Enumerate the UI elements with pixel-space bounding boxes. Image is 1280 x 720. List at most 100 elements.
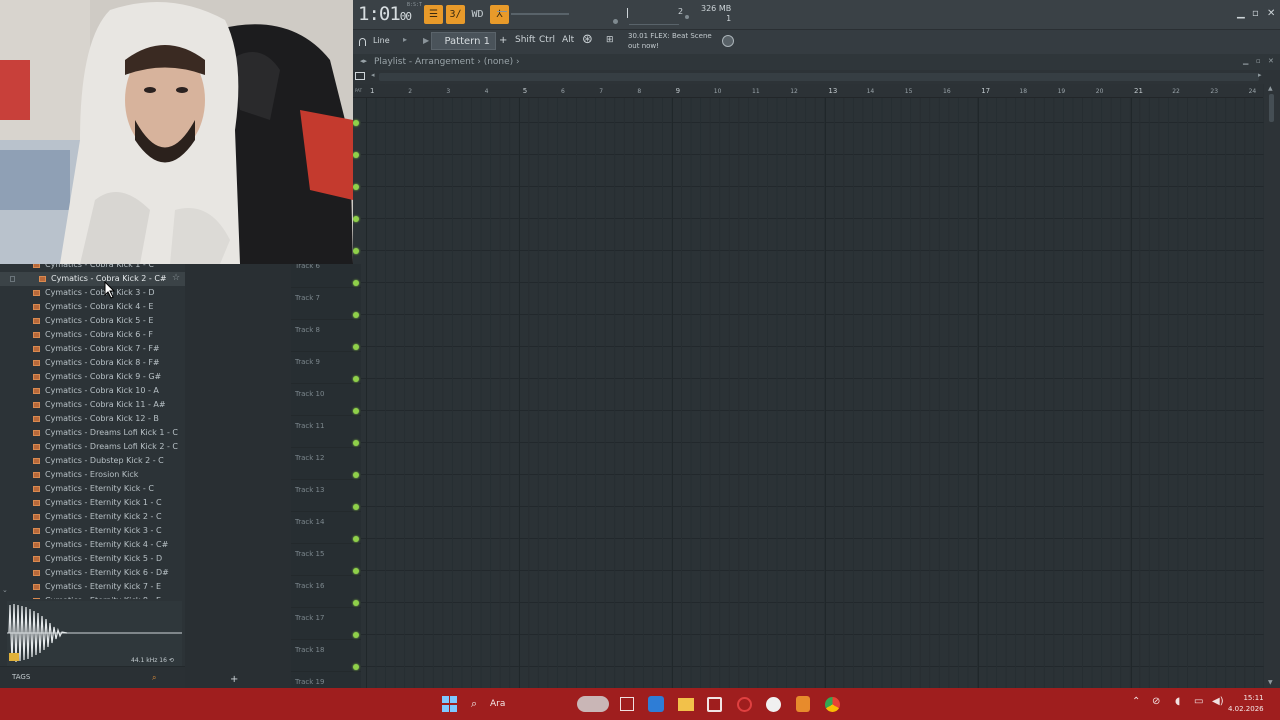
browser-list-item[interactable]: Cymatics - Dreams Lofi Kick 2 - C — [0, 440, 185, 454]
midi-icon[interactable]: ⊛ — [582, 32, 593, 47]
close-icon[interactable]: ✕ — [1268, 57, 1274, 65]
network-off-icon[interactable]: ⊘ — [1152, 696, 1160, 707]
browser-list-item[interactable]: Cymatics - Cobra Kick 7 - F# — [0, 342, 185, 356]
track-header[interactable]: Track 13 — [291, 480, 361, 512]
maximize-icon[interactable]: ▫ — [1252, 8, 1259, 19]
browser-list-item[interactable]: Cymatics - Eternity Kick 7 - E — [0, 580, 185, 594]
track-mute-led[interactable] — [353, 152, 359, 158]
browser-list-item[interactable]: Cymatics - Cobra Kick 6 - F — [0, 328, 185, 342]
chrome-icon[interactable] — [825, 697, 840, 712]
browser-list-item[interactable]: Cymatics - Cobra Kick 8 - F# — [0, 356, 185, 370]
tags-label[interactable]: TAGS — [12, 673, 30, 681]
globe-icon[interactable] — [722, 35, 734, 47]
window-arrows-icon[interactable]: ◂▸ — [360, 57, 367, 65]
display-icon[interactable]: ▭ — [1194, 696, 1203, 707]
fl-studio-icon[interactable] — [796, 696, 810, 712]
search-highlight-icon[interactable] — [577, 696, 609, 712]
song-position-display[interactable]: 1:0100 B:S:T — [358, 2, 422, 25]
master-pitch-slider[interactable] — [497, 11, 569, 15]
browser-list-item[interactable]: Cymatics - Eternity Kick 3 - C — [0, 524, 185, 538]
close-icon[interactable]: ✕ — [1267, 8, 1275, 19]
track-header[interactable]: Track 8 — [291, 320, 361, 352]
maximize-icon[interactable]: ▫ — [1256, 57, 1261, 65]
horizontal-scrollbar[interactable]: ◂ ▸ — [353, 70, 1280, 84]
copilot-icon[interactable] — [648, 696, 664, 712]
pattern-song-icon[interactable]: ☰ — [424, 5, 443, 24]
track-header[interactable]: Track 15 — [291, 544, 361, 576]
track-mute-led[interactable] — [353, 568, 359, 574]
timeline-ruler[interactable]: PAT 1 2 3 4 5 6 7 8 9 10 11 12 13 14 15 16 17 18 19 20 21 22 2… — [353, 84, 1263, 98]
track-mute-led[interactable] — [353, 248, 359, 254]
wait-input-icon[interactable]: WD — [468, 5, 487, 24]
steam-icon[interactable] — [766, 697, 781, 712]
windows-start-icon[interactable] — [441, 696, 457, 712]
track-header[interactable]: Track 17 — [291, 608, 361, 640]
track-header[interactable]: Track 11 — [291, 416, 361, 448]
cart-icon[interactable]: ⊞ — [606, 35, 614, 45]
browser-list-item[interactable]: Cymatics - Cobra Kick 11 - A# — [0, 398, 185, 412]
browser-list-item[interactable]: Cymatics - Cobra Kick 4 - E — [0, 300, 185, 314]
browser-list-item[interactable]: Cymatics - Dreams Lofi Kick 1 - C — [0, 426, 185, 440]
system-clock[interactable]: 15:11 4.02.2026 — [1228, 693, 1264, 715]
minimize-icon[interactable]: ▁ — [1237, 8, 1245, 19]
snap-selector[interactable]: Line — [373, 36, 390, 45]
browser-list-item[interactable]: Cymatics - Cobra Kick 5 - E — [0, 314, 185, 328]
browser-list-item[interactable]: Cymatics - Dubstep Kick 2 - C — [0, 454, 185, 468]
browser-list-item[interactable]: Cymatics - Eternity Kick 2 - C — [0, 510, 185, 524]
browser-list-item[interactable]: Cymatics - Eternity Kick 6 - D# — [0, 566, 185, 580]
browser-list-item[interactable]: Cymatics - Cobra Kick 9 - G# — [0, 370, 185, 384]
track-mute-led[interactable] — [353, 184, 359, 190]
browser-list-item[interactable]: Cymatics - Eternity Kick - C — [0, 482, 185, 496]
volume-icon[interactable]: ◀) — [1212, 696, 1224, 707]
pattern-selector[interactable]: Pattern 1 — [431, 32, 496, 50]
browser-list-item[interactable]: Cymatics - Eternity Kick 4 - C# — [0, 538, 185, 552]
tray-chevron-icon[interactable]: ⌃ — [1132, 696, 1140, 707]
file-explorer-icon[interactable] — [678, 698, 694, 711]
chevron-right-icon[interactable]: ▸ — [403, 35, 407, 44]
scroll-right-icon[interactable]: ▸ — [1258, 71, 1262, 79]
add-button[interactable]: + — [230, 674, 238, 685]
track-mute-led[interactable] — [353, 312, 359, 318]
track-mute-led[interactable] — [353, 280, 359, 286]
track-header[interactable]: Track 18 — [291, 640, 361, 672]
red-app-icon[interactable] — [737, 697, 752, 712]
shift-key-button[interactable]: Shift — [515, 35, 535, 45]
track-header[interactable]: Track 16 — [291, 576, 361, 608]
browser-list-item[interactable]: Cymatics - Cobra Kick 2 - C# ☆ — [0, 272, 185, 286]
track-mute-led[interactable] — [353, 376, 359, 382]
track-mute-led[interactable] — [353, 504, 359, 510]
browser-list[interactable]: Cymatics - Cobra Kick 1 - C Cymatics - Co… — [0, 264, 185, 599]
store-icon[interactable] — [707, 697, 722, 712]
browser-list-item[interactable]: Cymatics - Eternity Kick 5 - D — [0, 552, 185, 566]
favorite-star-icon[interactable]: ☆ — [172, 273, 180, 283]
track-header[interactable]: Track 7 — [291, 288, 361, 320]
track-header[interactable]: Track 9 — [291, 352, 361, 384]
track-header[interactable]: Track 12 — [291, 448, 361, 480]
browser-list-item[interactable]: Cymatics - Cobra Kick 12 - B — [0, 412, 185, 426]
playlist-grid[interactable] — [361, 98, 1264, 688]
track-mute-led[interactable] — [353, 120, 359, 126]
track-mute-led[interactable] — [353, 472, 359, 478]
track-header[interactable]: Track 14 — [291, 512, 361, 544]
browser-list-item[interactable]: Cymatics - Eternity Kick 1 - C — [0, 496, 185, 510]
minimize-icon[interactable]: ▁ — [1243, 57, 1248, 65]
vertical-scrollbar[interactable]: ▲ ▼ — [1264, 84, 1280, 688]
browser-list-item[interactable]: Cymatics - Cobra Kick 10 - A — [0, 384, 185, 398]
search-icon[interactable]: ⌕ — [152, 673, 156, 683]
track-mute-led[interactable] — [353, 600, 359, 606]
taskbar-search-box[interactable]: Ara — [490, 695, 505, 713]
scroll-down-icon[interactable]: ▼ — [1268, 679, 1273, 686]
track-mute-led[interactable] — [353, 664, 359, 670]
step-edit-icon[interactable]: 3∕ — [446, 5, 465, 24]
task-view-icon[interactable] — [620, 697, 634, 711]
scrollbar-track[interactable] — [379, 73, 1259, 81]
chevron-down-icon[interactable]: ⌄ — [2, 586, 8, 594]
microphone-icon[interactable]: ◖ — [1175, 696, 1180, 707]
track-header[interactable]: Track 10 — [291, 384, 361, 416]
browser-list-item[interactable]: Cymatics - Erosion Kick — [0, 468, 185, 482]
browser-list-item[interactable]: Cymatics - Cobra Kick 1 - C — [0, 264, 185, 272]
browser-list-item[interactable]: Cymatics - Cobra Kick 3 - D — [0, 286, 185, 300]
track-mute-led[interactable] — [353, 408, 359, 414]
piano-roll-icon[interactable] — [355, 72, 365, 80]
scroll-up-icon[interactable]: ▲ — [1268, 85, 1273, 92]
